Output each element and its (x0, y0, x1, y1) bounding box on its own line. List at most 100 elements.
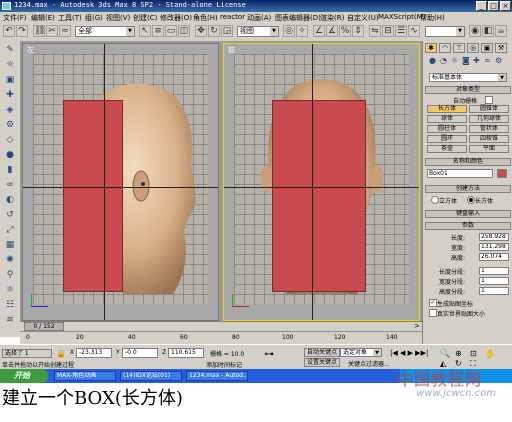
select-rotate-icon[interactable]: ↻ (208, 25, 220, 37)
width-segs-input[interactable]: 1 (479, 277, 509, 285)
menu-animation[interactable]: 动画(A) (247, 13, 271, 23)
maximize-button[interactable]: □ (488, 1, 499, 11)
viewport-left[interactable]: 左 (22, 43, 219, 321)
object-color-swatch[interactable] (497, 169, 507, 178)
align-icon[interactable]: ⊟ (382, 25, 394, 37)
length-segs-input[interactable]: 1 (479, 267, 509, 275)
list-icon[interactable]: ☷ (4, 300, 16, 311)
box-radio[interactable] (467, 196, 475, 204)
zoom-icon[interactable]: 🔍 (440, 349, 450, 358)
scale-tool-icon[interactable]: ⤢ (4, 225, 16, 236)
geosphere-button[interactable]: 几何球体 (469, 115, 509, 123)
modifier-icon[interactable]: ◇ (4, 135, 16, 146)
menu-help[interactable]: 帮助(H) (420, 13, 445, 23)
menu-customize[interactable]: 自定义(U) (347, 13, 379, 23)
spacewarps-icon[interactable]: ◈ (4, 105, 16, 116)
sphere-icon[interactable]: ● (4, 150, 16, 161)
menu-modifiers[interactable]: 修改器(O) (160, 13, 192, 23)
select-scale-icon[interactable]: ◲ (221, 25, 233, 37)
autogrid-checkbox[interactable] (485, 96, 493, 104)
menu-graph-editors[interactable]: 图表编辑器(D) (275, 13, 321, 23)
creation-method-rollout-header[interactable]: 创建方法 (425, 185, 511, 193)
playback-controls-icon[interactable]: |◀ ◀ ▶ ▶▶| (390, 349, 428, 357)
lock-selection-icon[interactable]: 🔒 (56, 349, 66, 358)
menu-views[interactable]: 视图(V) (106, 13, 130, 23)
display-tab-icon[interactable]: ▣ (481, 43, 493, 53)
box01-left-view[interactable] (63, 100, 123, 292)
minimize-button[interactable]: _ (476, 1, 487, 11)
select-move-icon[interactable]: ✥ (195, 25, 207, 37)
link-icon[interactable]: ⛓ (33, 25, 45, 37)
select-by-name-icon[interactable]: ≡ (152, 25, 164, 37)
bind-space-warp-icon[interactable]: ≈ (59, 25, 71, 37)
viewport-front[interactable]: 前 (223, 43, 420, 321)
lights-tab-icon[interactable]: ☼ (451, 56, 458, 65)
hierarchy-tab-icon[interactable]: ⊤ (453, 43, 465, 53)
utilities-tab-icon[interactable]: ⚒ (495, 43, 507, 53)
parameters-rollout-header[interactable]: 参数 (425, 222, 511, 230)
rotate-tool-icon[interactable]: ↺ (4, 210, 16, 221)
curve-editor-icon[interactable]: ∿ (408, 25, 420, 37)
bone-icon[interactable]: ⚲ (4, 270, 16, 281)
render-scene-icon[interactable]: ◧ (482, 25, 494, 37)
plane-button[interactable]: 平面 (469, 145, 509, 153)
menu-rendering[interactable]: 渲染(R) (320, 13, 344, 23)
height-segs-input[interactable]: 1 (479, 287, 509, 295)
taskbar-item[interactable]: MAX-角色动画 (54, 371, 116, 381)
taskbar-item[interactable]: (14)IDX论坛(01) (120, 371, 182, 381)
sphere-button[interactable]: 球体 (427, 115, 467, 123)
auto-key-button[interactable]: 自动关键点 (304, 348, 340, 357)
set-key-button[interactable]: 设置关键点 (304, 358, 340, 367)
height-input[interactable]: 26.074 (479, 253, 509, 261)
reference-coordinate-dropdown[interactable]: 视图 (237, 26, 279, 37)
spinner-snap-icon[interactable]: ⇕ (352, 25, 364, 37)
menu-character[interactable]: 角色(H) (193, 13, 218, 23)
create-shapes-icon[interactable]: ✎ (4, 45, 16, 56)
angle-snap-icon[interactable]: ∡ (326, 25, 338, 37)
menu-edit[interactable]: 编辑(E) (31, 13, 55, 23)
systems-icon[interactable]: ⚙ (4, 120, 16, 131)
track-bar[interactable]: 0 20 40 60 80 100 120 140 (20, 331, 422, 345)
torus-button[interactable]: 圆环 (427, 135, 467, 143)
particle-icon[interactable]: ✺ (4, 255, 16, 266)
mirror-icon[interactable]: ⇋ (369, 25, 381, 37)
keyboard-input-rollout-header[interactable]: 键盘输入 (425, 210, 511, 218)
redo-icon[interactable]: ↷ (16, 25, 28, 37)
primitive-category-dropdown[interactable]: 标准基本体 (429, 73, 507, 82)
reactor-icon[interactable]: ⚛ (4, 285, 16, 296)
cylinder-button[interactable]: 圆柱体 (427, 125, 467, 133)
zoom-extents-icon[interactable]: ⊡ (470, 349, 477, 358)
key-filters-button[interactable]: 关键点过滤器... (348, 359, 390, 368)
set-key-icon[interactable]: ⊶ (264, 349, 274, 360)
pyramid-button[interactable]: 四棱锥 (469, 135, 509, 143)
percent-snap-icon[interactable]: % (339, 25, 351, 37)
object-name-input[interactable]: Box01 (427, 169, 493, 178)
window-crossing-icon[interactable]: ◫ (178, 25, 190, 37)
material-editor-icon[interactable]: ◉ (469, 25, 481, 37)
helpers-icon[interactable]: ✚ (4, 90, 16, 101)
box-button[interactable]: 长方体 (427, 105, 467, 113)
menu-reactor[interactable]: reactor (220, 13, 245, 21)
menu-tools[interactable]: 工具(T) (58, 13, 82, 23)
tube-button[interactable]: 管状体 (469, 125, 509, 133)
cameras-icon[interactable]: ▣ (4, 75, 16, 86)
shapes-icon[interactable]: ◔ (440, 56, 447, 65)
named-selection-dropdown[interactable] (425, 26, 465, 37)
create-tab-icon[interactable]: ✱ (425, 43, 437, 53)
quick-render-icon[interactable]: ☕ (495, 25, 507, 37)
time-slider-thumb[interactable]: 0 / 152 (24, 322, 64, 331)
name-color-rollout-header[interactable]: 名称和颜色 (425, 158, 511, 166)
menu-group[interactable]: 组(G) (85, 13, 103, 23)
gen-uv-checkbox[interactable]: ✓ (429, 299, 437, 307)
menu-maxscript[interactable]: MAXScript(M) (378, 13, 425, 21)
material-icon[interactable]: ◐ (4, 195, 16, 206)
cube-radio[interactable] (431, 196, 439, 204)
length-input[interactable]: 258.928 (479, 233, 509, 241)
object-type-rollout-header[interactable]: 对象类型 (425, 86, 511, 94)
link-chain-icon[interactable]: ∞ (4, 180, 16, 191)
geometry-icon[interactable]: ● (429, 56, 436, 65)
close-button[interactable]: × (500, 1, 511, 11)
mesh-icon[interactable]: ▦ (4, 240, 16, 251)
taskbar-item[interactable]: 1234.max - Autod... (186, 371, 248, 381)
y-coordinate[interactable]: -0.0 (122, 348, 158, 358)
